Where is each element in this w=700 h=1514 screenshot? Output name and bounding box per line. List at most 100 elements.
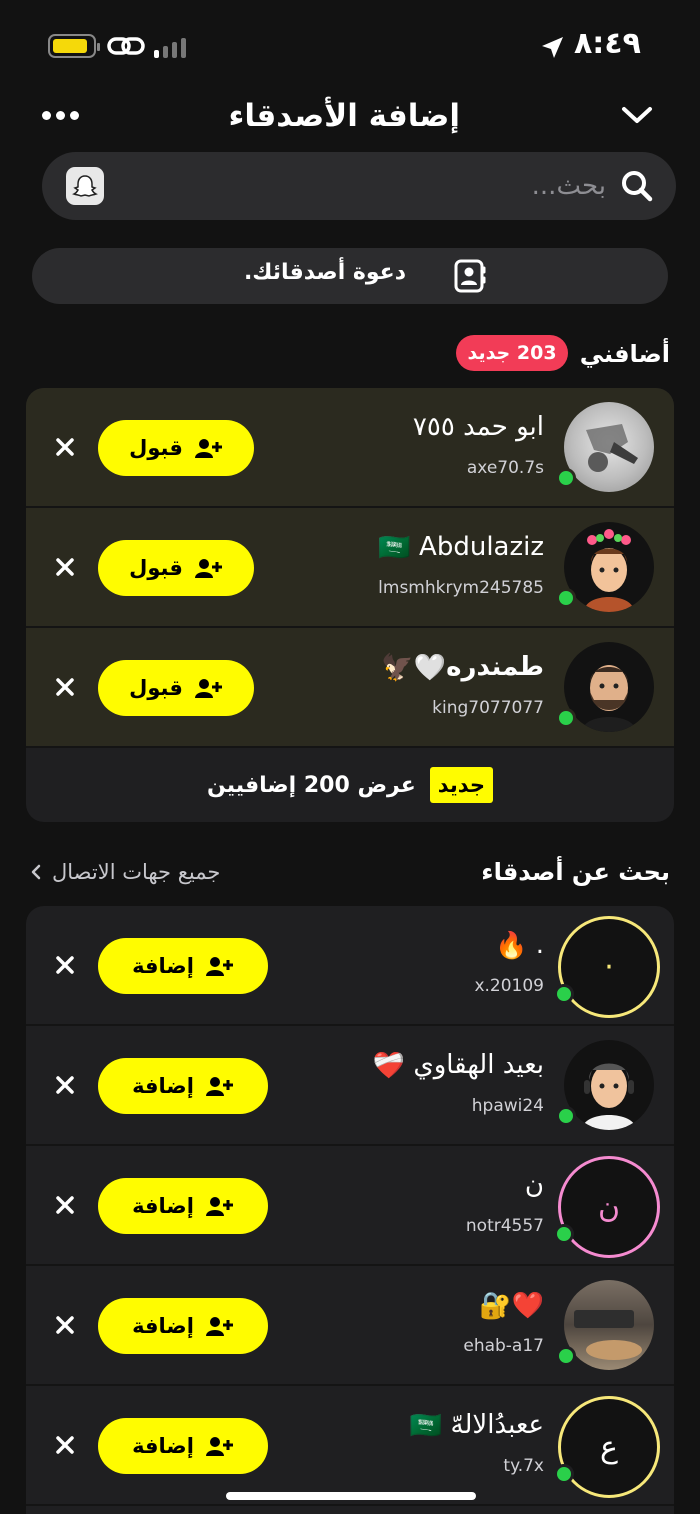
friend-name: . 🔥 (495, 930, 544, 961)
close-icon[interactable] (52, 1312, 78, 1338)
online-indicator (556, 1346, 576, 1366)
friend-name: ❤️🔐 (479, 1290, 544, 1321)
add-label: إضافة (132, 954, 194, 978)
flag-emoji: 🇸🇦 (378, 532, 411, 563)
avatar[interactable]: · (558, 916, 660, 1018)
header: إضافة الأصدقاء (0, 92, 700, 142)
invite-label: دعوة أصدقائك. (243, 260, 406, 285)
add-friend-icon (205, 1437, 233, 1456)
list-item[interactable]: إضافة · . 🔥 x.20109 (26, 906, 674, 1026)
online-indicator (554, 984, 574, 1004)
accept-button[interactable]: قبول (98, 660, 254, 716)
avatar[interactable] (564, 642, 654, 732)
home-indicator[interactable] (226, 1492, 476, 1500)
add-friend-icon (194, 679, 222, 698)
suggestions-list: إضافة · . 🔥 x.20109 إضافة بعيد الهقاوي ❤… (26, 906, 674, 1514)
page-title: إضافة الأصدقاء (228, 98, 460, 134)
add-button[interactable]: إضافة (98, 938, 268, 994)
add-label: إضافة (132, 1074, 194, 1098)
avatar[interactable] (564, 1040, 654, 1130)
close-icon[interactable] (52, 674, 78, 700)
search-input[interactable] (306, 162, 606, 210)
new-tag: جديد (429, 767, 494, 803)
list-item[interactable]: إضافة ع ععبدُالالهّ 🇸🇦 ty.7x (26, 1386, 674, 1506)
friend-name: ععبدُالالهّ 🇸🇦 (409, 1410, 544, 1441)
signal-icon (154, 36, 186, 58)
close-icon[interactable] (52, 554, 78, 580)
accept-button[interactable]: قبول (98, 420, 254, 476)
status-bar: ٨:٤٩ (0, 0, 700, 90)
add-friend-icon (205, 1197, 233, 1216)
friend-username: ty.7x (503, 1456, 544, 1476)
list-item[interactable]: إضافة ❤️🔐 ehab-a17 (26, 1266, 674, 1386)
friend-name: بعيد الهقاوي ❤️‍🩹 (372, 1050, 544, 1081)
avatar[interactable]: ن (558, 1156, 660, 1258)
close-icon[interactable] (52, 1192, 78, 1218)
friend-username: axe70.7s (466, 458, 544, 478)
online-indicator (554, 1464, 574, 1484)
added-me-heading: أضافني (579, 340, 670, 368)
add-friend-icon (194, 439, 222, 458)
invite-friends-button[interactable]: دعوة أصدقائك. (32, 248, 668, 304)
avatar[interactable]: ع (558, 1396, 660, 1498)
accept-button[interactable]: قبول (98, 540, 254, 596)
heart-emoji: ❤️‍🩹 (372, 1050, 406, 1081)
add-label: إضافة (132, 1314, 194, 1338)
heart-lock-emoji: ❤️🔐 (479, 1290, 544, 1321)
online-indicator (556, 708, 576, 728)
close-icon[interactable] (52, 1072, 78, 1098)
online-indicator (556, 468, 576, 488)
list-item[interactable]: إضافة ن ن notr4557 (26, 1146, 674, 1266)
add-friend-icon (205, 957, 233, 976)
add-button[interactable]: إضافة (98, 1418, 268, 1474)
list-item[interactable]: قبول ابو حمد ٧٥٥ axe70.7s (26, 388, 674, 508)
list-item[interactable]: إضافة بعيد الهقاوي ❤️‍🩹 hpawi24 (26, 1026, 674, 1146)
chevron-left-icon (31, 864, 41, 880)
status-time: ٨:٤٩ (574, 26, 641, 61)
all-contacts-label: جميع جهات الاتصال (52, 860, 221, 884)
friend-name: ابو حمد ٧٥٥ (412, 412, 544, 442)
search-icon (622, 171, 653, 202)
show-more-label: عرض 200 إضافيين (206, 772, 416, 798)
avatar[interactable] (564, 402, 654, 492)
new-requests-badge: 203 جديد (456, 335, 568, 371)
online-indicator (556, 588, 576, 608)
list-item[interactable]: قبول طمندره🤍🦅 king7077077 (26, 628, 674, 748)
friend-username: hpawi24 (471, 1096, 544, 1116)
online-indicator (554, 1224, 574, 1244)
add-button[interactable]: إضافة (98, 1058, 268, 1114)
heart-eagle-emoji: 🤍🦅 (381, 652, 447, 683)
link-icon (107, 37, 145, 55)
add-friend-icon (205, 1317, 233, 1336)
added-me-list: قبول ابو حمد ٧٥٥ axe70.7s قبول Abdulaziz… (26, 388, 674, 822)
friend-name: طمندره🤍🦅 (381, 652, 544, 683)
location-arrow-icon (542, 37, 563, 58)
add-friend-icon (205, 1077, 233, 1096)
friend-username: king7077077 (432, 698, 544, 718)
close-icon[interactable] (52, 1432, 78, 1458)
all-contacts-link[interactable]: جميع جهات الاتصال (30, 860, 220, 884)
chevron-down-icon[interactable] (620, 102, 654, 128)
friend-username: lmsmhkrym245785 (378, 578, 544, 598)
add-button[interactable]: إضافة (98, 1298, 268, 1354)
list-item[interactable]: قبول Abdulaziz 🇸🇦 lmsmhkrym245785 (26, 508, 674, 628)
add-label: إضافة (132, 1434, 194, 1458)
flag-emoji: 🇸🇦 (409, 1410, 443, 1441)
add-label: إضافة (132, 1194, 194, 1218)
more-dots-icon[interactable] (42, 104, 82, 126)
friend-username: ehab-a17 (463, 1336, 544, 1356)
add-button[interactable]: إضافة (98, 1178, 268, 1234)
add-friend-icon (194, 559, 222, 578)
close-icon[interactable] (52, 434, 78, 460)
contacts-icon (454, 259, 486, 293)
search-bar (42, 152, 676, 220)
accept-label: قبول (129, 676, 183, 700)
avatar[interactable] (564, 1280, 654, 1370)
show-more-requests[interactable]: جديد عرض 200 إضافيين (26, 748, 674, 822)
fire-emoji: 🔥 (495, 930, 528, 961)
friend-username: notr4557 (465, 1216, 544, 1236)
ghost-icon[interactable] (66, 167, 104, 205)
close-icon[interactable] (52, 952, 78, 978)
avatar[interactable] (564, 522, 654, 612)
find-friends-heading: بحث عن أصدقاء (481, 858, 670, 886)
